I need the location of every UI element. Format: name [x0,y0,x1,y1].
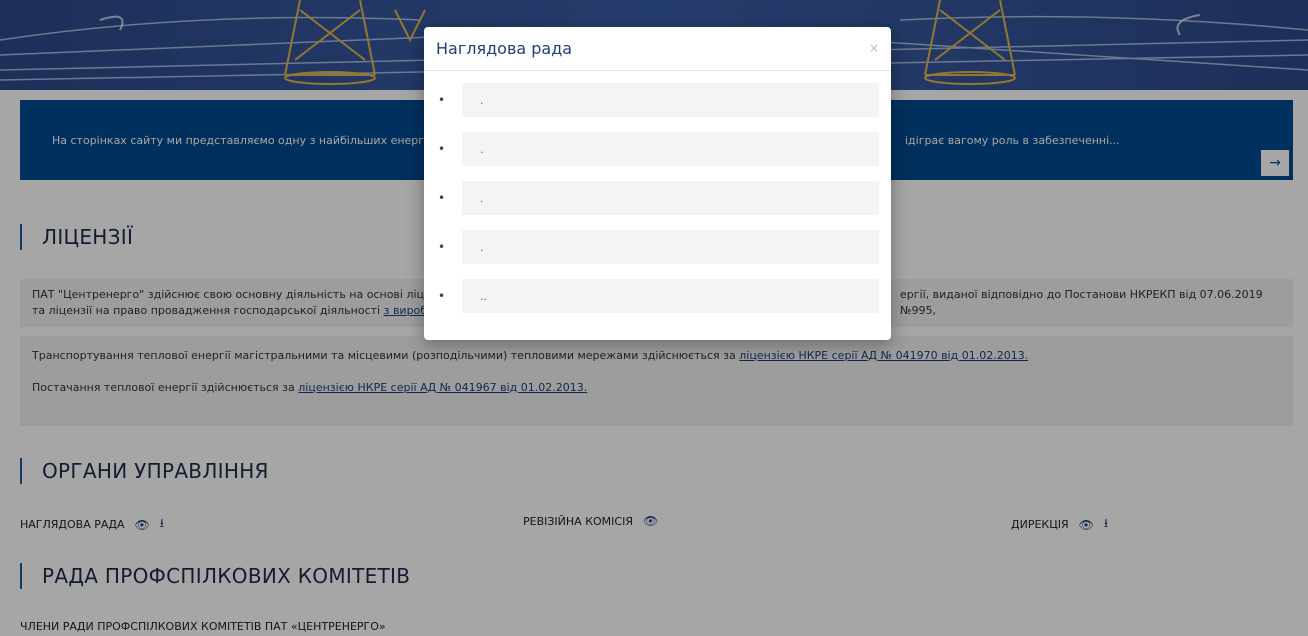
close-icon[interactable]: × [869,41,879,55]
bullet-icon: • [438,191,446,205]
member-item[interactable]: . [462,83,879,117]
member-item[interactable]: . [462,181,879,215]
list-item: • . [438,230,879,264]
list-item: • . [438,181,879,215]
modal-title: Наглядова рада [436,39,573,58]
member-item[interactable]: . [462,132,879,166]
bullet-icon: • [438,93,446,107]
board-members-list: • . • . • . • . • .. [424,71,891,313]
list-item: • . [438,83,879,117]
member-item[interactable]: .. [462,279,879,313]
list-item: • .. [438,279,879,313]
modal-header: Наглядова рада × [424,27,891,71]
supervisory-board-modal: Наглядова рада × • . • . • . • . • .. [424,27,891,340]
bullet-icon: • [438,142,446,156]
bullet-icon: • [438,240,446,254]
list-item: • . [438,132,879,166]
member-item[interactable]: . [462,230,879,264]
bullet-icon: • [438,289,446,303]
